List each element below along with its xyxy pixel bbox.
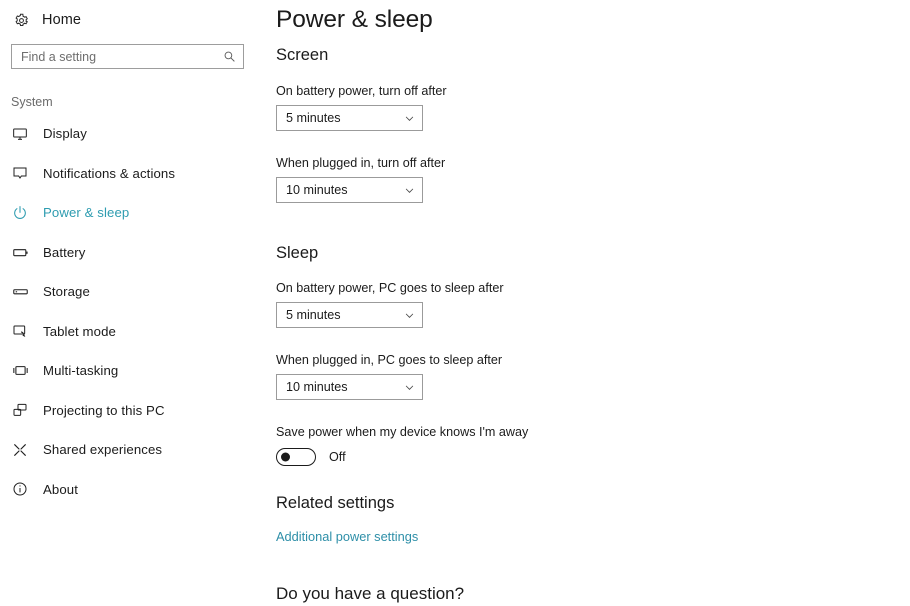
sidebar-item-label: Tablet mode	[43, 323, 116, 339]
dropdown-value: 10 minutes	[286, 380, 348, 394]
main-content: Power & sleep Screen On battery power, t…	[262, 0, 910, 606]
notification-icon	[9, 165, 31, 181]
screen-plugged-dropdown[interactable]: 10 minutes	[276, 177, 423, 203]
sidebar-item-label: Notifications & actions	[43, 165, 176, 181]
chevron-down-icon	[403, 382, 415, 393]
search-box[interactable]	[11, 44, 244, 69]
sidebar-item-display[interactable]: Display	[0, 114, 262, 154]
dropdown-value: 5 minutes	[286, 111, 341, 125]
sidebar-home-label: Home	[42, 12, 82, 28]
settings-window: Home System Displ	[0, 0, 910, 606]
screen-plugged-label: When plugged in, turn off after	[276, 156, 446, 170]
toggle-knob	[281, 452, 290, 462]
dropdown-value: 10 minutes	[286, 183, 348, 197]
sidebar: Home System Displ	[0, 0, 262, 606]
sidebar-category-label: System	[11, 95, 53, 109]
battery-icon	[9, 244, 31, 261]
gear-icon	[9, 13, 33, 28]
chevron-down-icon	[403, 113, 415, 124]
sidebar-item-label: Projecting to this PC	[43, 402, 165, 418]
sleep-plugged-dropdown[interactable]: 10 minutes	[276, 374, 423, 400]
shared-icon	[9, 442, 31, 458]
page-title: Power & sleep	[276, 6, 433, 33]
sidebar-item-notifications[interactable]: Notifications & actions	[0, 154, 262, 194]
sidebar-item-home[interactable]: Home	[0, 6, 262, 34]
sidebar-item-label: Battery	[43, 244, 86, 260]
search-input[interactable]	[21, 49, 222, 64]
save-power-toggle[interactable]	[276, 448, 316, 466]
dropdown-value: 5 minutes	[286, 308, 341, 322]
multitasking-icon	[9, 362, 31, 379]
sidebar-item-label: Display	[43, 126, 87, 142]
sidebar-item-power-sleep[interactable]: Power & sleep	[0, 193, 262, 233]
screen-battery-dropdown[interactable]: 5 minutes	[276, 105, 423, 131]
sleep-battery-label: On battery power, PC goes to sleep after	[276, 281, 504, 295]
sidebar-item-label: Storage	[43, 284, 90, 300]
sidebar-item-label: Power & sleep	[43, 205, 130, 221]
sidebar-item-shared-experiences[interactable]: Shared experiences	[0, 430, 262, 470]
sidebar-item-label: Shared experiences	[43, 442, 163, 458]
power-icon	[9, 205, 31, 221]
sidebar-nav: Display Notifications & actions Power & …	[0, 114, 262, 509]
sidebar-item-tablet-mode[interactable]: Tablet mode	[0, 312, 262, 352]
sidebar-item-about[interactable]: About	[0, 470, 262, 510]
sleep-section-heading: Sleep	[276, 244, 319, 262]
save-power-state-label: Off	[329, 450, 346, 464]
info-icon	[9, 481, 31, 497]
chevron-down-icon	[403, 185, 415, 196]
sleep-plugged-label: When plugged in, PC goes to sleep after	[276, 353, 503, 367]
storage-icon	[9, 283, 31, 300]
screen-section-heading: Screen	[276, 46, 329, 64]
sidebar-item-battery[interactable]: Battery	[0, 233, 262, 273]
sleep-battery-dropdown[interactable]: 5 minutes	[276, 302, 423, 328]
additional-power-settings-link[interactable]: Additional power settings	[276, 529, 418, 544]
sidebar-item-label: Multi-tasking	[43, 363, 119, 379]
sidebar-item-storage[interactable]: Storage	[0, 272, 262, 312]
sidebar-item-projecting[interactable]: Projecting to this PC	[0, 391, 262, 431]
save-power-label: Save power when my device knows I'm away	[276, 425, 529, 439]
search-icon	[222, 50, 236, 63]
sidebar-item-multitasking[interactable]: Multi-tasking	[0, 351, 262, 391]
save-power-toggle-row: Off	[276, 448, 346, 466]
related-settings-heading: Related settings	[276, 494, 395, 512]
projecting-icon	[9, 402, 31, 418]
screen-battery-label: On battery power, turn off after	[276, 84, 447, 98]
sidebar-item-label: About	[43, 481, 78, 497]
question-heading: Do you have a question?	[276, 584, 465, 603]
monitor-icon	[9, 126, 31, 142]
chevron-down-icon	[403, 310, 415, 321]
tablet-icon	[9, 323, 31, 339]
